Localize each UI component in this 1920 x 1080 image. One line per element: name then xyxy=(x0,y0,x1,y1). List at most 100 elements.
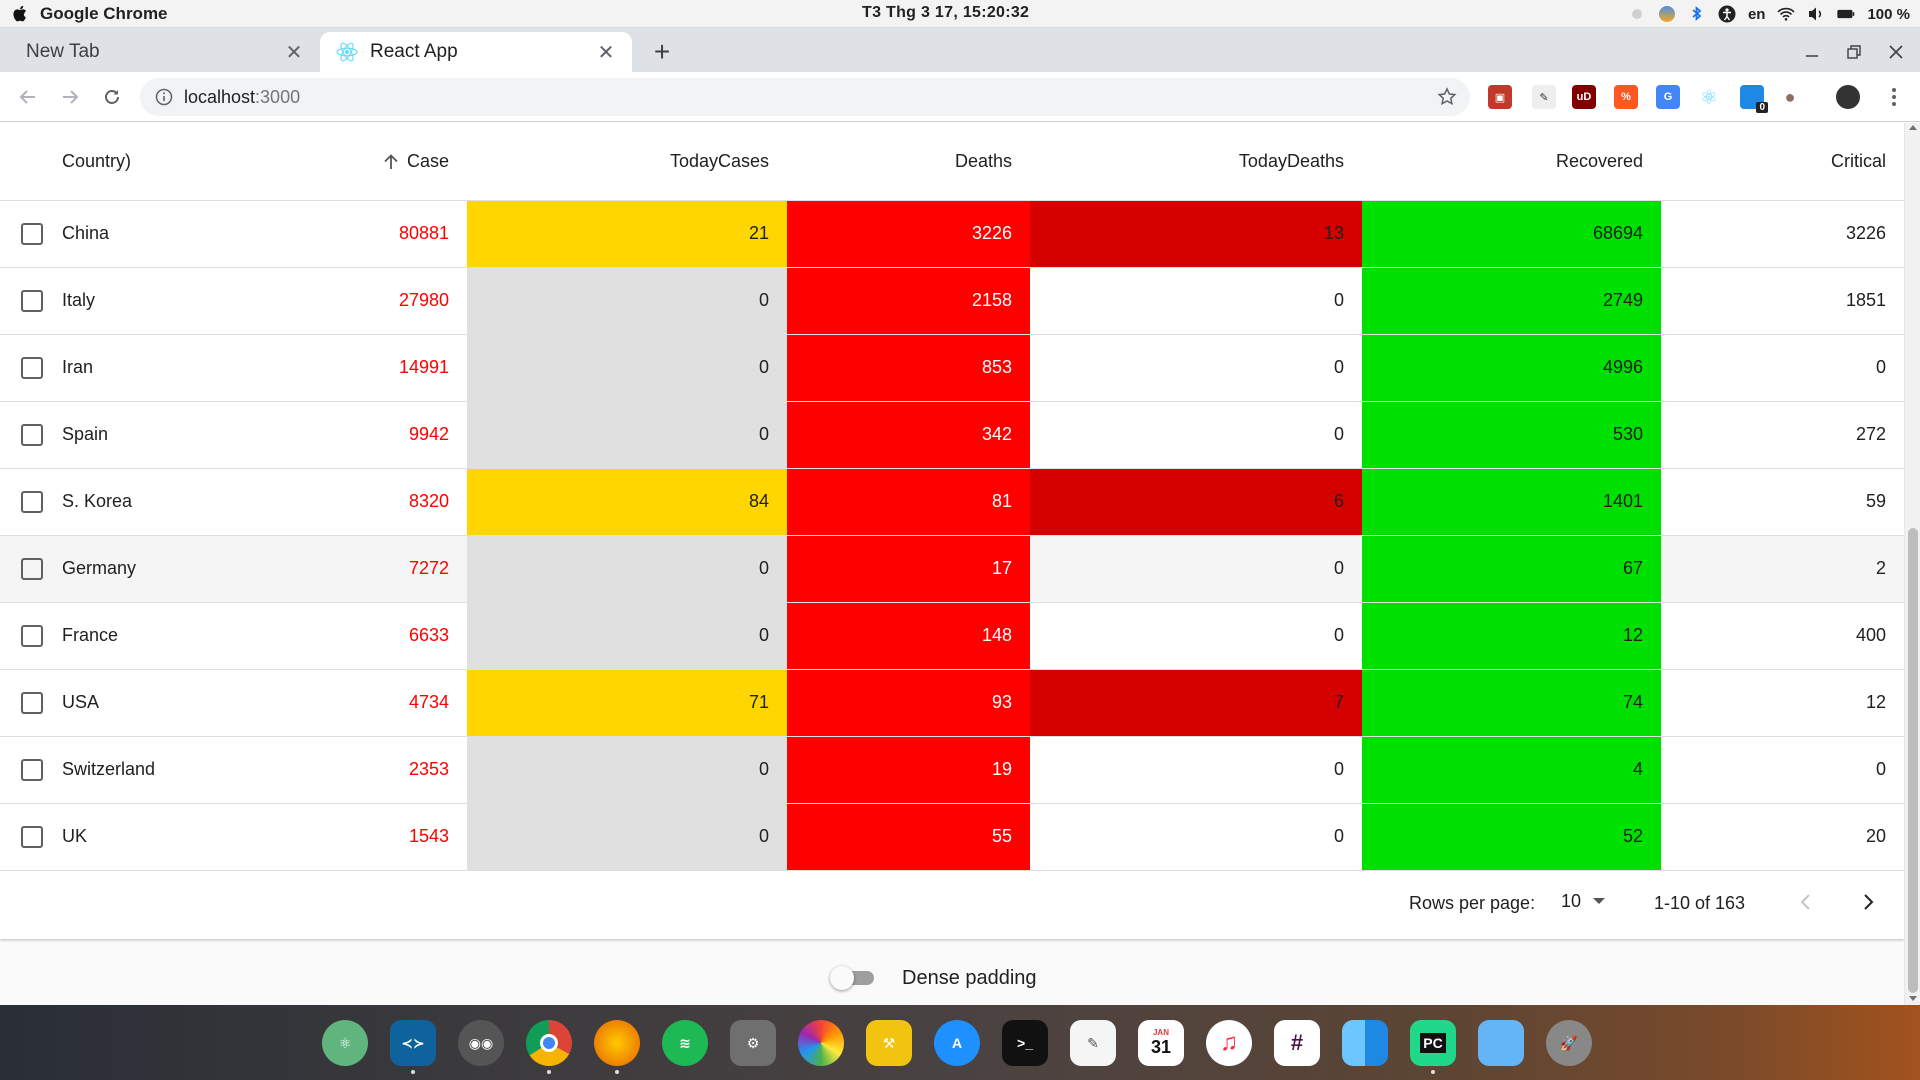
column-header-critical[interactable]: Critical xyxy=(1661,123,1904,201)
url-port: :3000 xyxy=(255,86,301,107)
table-row[interactable]: China 80881 21 3226 13 68694 3226 xyxy=(0,200,1904,268)
calendar-icon[interactable]: JAN 31 xyxy=(1138,1020,1184,1066)
back-arrow-icon[interactable] xyxy=(14,83,42,111)
table-row[interactable]: Spain 9942 0 342 0 530 272 xyxy=(0,401,1904,469)
switch-thumb[interactable] xyxy=(830,966,854,990)
table-row[interactable]: Iran 14991 0 853 0 4996 0 xyxy=(0,334,1904,402)
column-header-country[interactable]: Country) xyxy=(62,123,242,201)
accessibility-icon[interactable] xyxy=(1718,5,1736,23)
column-header-case[interactable]: Case xyxy=(242,123,467,201)
table-row[interactable]: Switzerland 2353 0 19 0 4 0 xyxy=(0,736,1904,804)
recovered-cell: 4 xyxy=(1362,736,1661,804)
bluetooth-icon[interactable] xyxy=(1688,5,1706,23)
deaths-cell: 55 xyxy=(787,803,1030,871)
scroll-down-arrow-icon[interactable] xyxy=(1909,996,1917,1001)
eyedropper-extension-icon[interactable]: ✎ xyxy=(1532,85,1556,109)
row-checkbox[interactable] xyxy=(21,289,43,312)
status-dot-icon[interactable] xyxy=(1628,5,1646,23)
table-pagination: Rows per page: 10 1-10 of 163 xyxy=(0,870,1904,939)
forward-arrow-icon[interactable] xyxy=(56,83,84,111)
next-page-chevron-icon[interactable] xyxy=(1854,888,1882,916)
close-tab-icon[interactable]: ✕ xyxy=(594,40,618,64)
row-select-cell xyxy=(0,602,62,670)
tab-new-tab[interactable]: New Tab ✕ xyxy=(8,32,320,72)
new-tab-plus-icon[interactable]: + xyxy=(648,36,676,67)
column-header-recovered[interactable]: Recovered xyxy=(1362,123,1661,201)
menubar-clock[interactable]: T3 Thg 3 17, 15:20:32 xyxy=(862,4,1029,22)
site-info-icon[interactable] xyxy=(154,87,174,107)
minimize-window-icon[interactable] xyxy=(1798,38,1826,66)
table-row[interactable]: Germany 7272 0 17 0 67 2 xyxy=(0,535,1904,603)
close-window-icon[interactable] xyxy=(1882,38,1910,66)
row-checkbox[interactable] xyxy=(21,490,43,513)
column-header-today-cases[interactable]: TodayCases xyxy=(467,123,787,201)
row-checkbox[interactable] xyxy=(21,691,43,714)
weather-icon[interactable] xyxy=(1658,5,1676,23)
folder-icon[interactable] xyxy=(1478,1020,1524,1066)
firefox-icon[interactable] xyxy=(594,1020,640,1074)
status-tray: en 100 % xyxy=(1628,0,1910,28)
address-bar[interactable]: localhost:3000 xyxy=(140,78,1470,116)
vscode-icon[interactable]: ≺≻ xyxy=(390,1020,436,1074)
volume-icon[interactable] xyxy=(1807,5,1825,23)
row-checkbox[interactable] xyxy=(21,624,43,647)
reload-icon[interactable] xyxy=(98,83,126,111)
profile-avatar[interactable] xyxy=(1836,85,1860,109)
wifi-icon[interactable] xyxy=(1777,5,1796,23)
chrome-icon[interactable] xyxy=(526,1020,572,1074)
sort-ascending-icon[interactable] xyxy=(381,152,401,172)
extension-icon[interactable]: ▣ xyxy=(1488,85,1512,109)
bookmark-star-icon[interactable] xyxy=(1436,86,1458,108)
xcode-icon[interactable]: ⚒ xyxy=(866,1020,912,1066)
url-text[interactable]: localhost:3000 xyxy=(184,87,300,108)
scroll-up-arrow-icon[interactable] xyxy=(1909,125,1917,130)
apple-logo-icon[interactable] xyxy=(12,5,28,22)
owl-icon[interactable]: ◉◉ xyxy=(458,1020,504,1066)
row-checkbox[interactable] xyxy=(21,356,43,379)
system-preferences-icon[interactable]: ⚙ xyxy=(730,1020,776,1066)
ublock-origin-icon[interactable]: uD xyxy=(1572,85,1596,109)
critical-cell: 0 xyxy=(1661,334,1904,402)
battery-icon[interactable] xyxy=(1837,5,1855,23)
finder-icon[interactable] xyxy=(1342,1020,1388,1066)
rows-per-page-select[interactable]: 10 xyxy=(1551,882,1613,920)
launchpad-icon[interactable]: 🚀 xyxy=(1546,1020,1592,1066)
terminal-icon[interactable]: >_ xyxy=(1002,1020,1048,1066)
row-checkbox[interactable] xyxy=(21,758,43,781)
row-checkbox[interactable] xyxy=(21,557,43,580)
translate-extension-icon[interactable]: % xyxy=(1614,85,1638,109)
react-devtools-icon[interactable]: ⚛ xyxy=(1697,85,1721,109)
table-row[interactable]: USA 4734 71 93 7 74 12 xyxy=(0,669,1904,737)
dense-padding-switch[interactable] xyxy=(830,966,882,990)
row-checkbox[interactable] xyxy=(21,423,43,446)
row-checkbox[interactable] xyxy=(21,222,43,245)
scrollbar-thumb[interactable] xyxy=(1908,528,1918,993)
page-scrollbar[interactable] xyxy=(1904,123,1920,1005)
table-row[interactable]: UK 1543 0 55 0 52 20 xyxy=(0,803,1904,871)
column-header-today-deaths[interactable]: TodayDeaths xyxy=(1030,123,1362,201)
restore-window-icon[interactable] xyxy=(1840,38,1868,66)
chrome-menu-icon[interactable] xyxy=(1880,83,1908,111)
table-row[interactable]: S. Korea 8320 84 81 6 1401 59 xyxy=(0,468,1904,536)
close-tab-icon[interactable]: ✕ xyxy=(282,40,306,64)
table-row[interactable]: France 6633 0 148 0 12 400 xyxy=(0,602,1904,670)
spotify-icon[interactable]: ≋ xyxy=(662,1020,708,1066)
textedit-icon[interactable]: ✎ xyxy=(1070,1020,1116,1066)
previous-page-chevron-icon[interactable] xyxy=(1792,888,1820,916)
pycharm-icon[interactable]: PC xyxy=(1410,1020,1456,1074)
table-row[interactable]: Italy 27980 0 2158 0 2749 1851 xyxy=(0,267,1904,335)
google-translate-icon[interactable]: G xyxy=(1656,85,1680,109)
column-header-deaths[interactable]: Deaths xyxy=(787,123,1030,201)
badge-extension-icon[interactable]: 0 xyxy=(1740,85,1768,113)
music-icon[interactable]: ♫ xyxy=(1206,1020,1252,1066)
slack-icon[interactable]: # xyxy=(1274,1020,1320,1066)
row-checkbox[interactable] xyxy=(21,825,43,848)
dense-padding-label[interactable]: Dense padding xyxy=(902,967,1037,990)
active-app-name[interactable]: Google Chrome xyxy=(40,4,168,24)
input-language[interactable]: en xyxy=(1748,6,1766,23)
photos-icon[interactable] xyxy=(798,1020,844,1066)
app-store-icon[interactable]: A xyxy=(934,1020,980,1066)
tab-react-app[interactable]: React App ✕ xyxy=(320,32,632,72)
cookie-extension-icon[interactable]: ● xyxy=(1778,85,1802,109)
atom-icon[interactable]: ⚛ xyxy=(322,1020,368,1066)
